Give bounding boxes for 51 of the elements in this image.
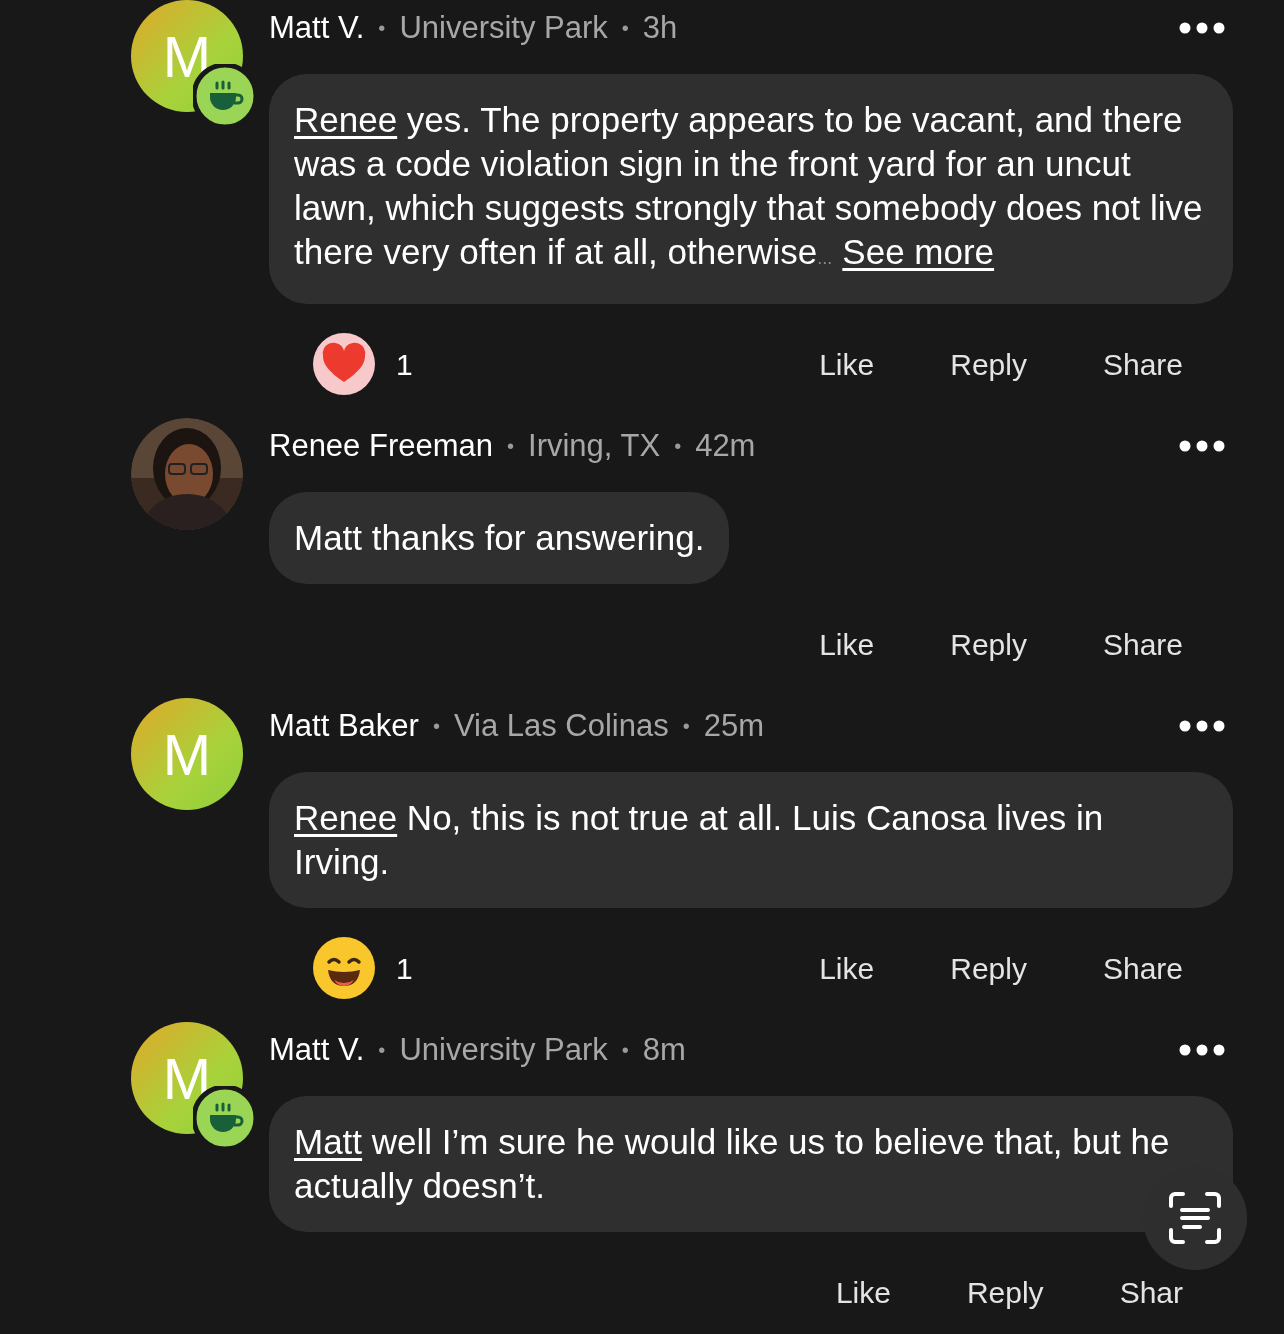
share-button[interactable]: Share	[1102, 341, 1183, 387]
time-text: 25m	[703, 706, 765, 745]
mention-link[interactable]: Matt	[294, 1122, 363, 1161]
share-button[interactable]: Share	[1102, 621, 1183, 667]
separator-dot: •	[432, 714, 440, 739]
author-name[interactable]: Matt Baker	[269, 702, 419, 750]
heart-reaction-icon[interactable]	[312, 332, 376, 396]
more-options-icon[interactable]	[1179, 720, 1225, 732]
laughing-face-icon[interactable]	[312, 936, 376, 1000]
separator-dot: •	[621, 1038, 629, 1063]
comment-text: Renee No, this is not true at all. Luis Canosa lives in Irving.	[294, 797, 1105, 883]
comment-text: Renee yes. The property appears to be vacant, and there was a code violation sign in the front yard for an uncut lawn, which suggests strongly that somebody does not live there very often if at all, otherwise... See more	[294, 99, 1204, 273]
avatar-letter: M	[162, 22, 212, 91]
time-text: 42m	[695, 426, 756, 465]
more-options-icon[interactable]	[1179, 440, 1225, 452]
scan-text-icon	[1167, 1190, 1223, 1246]
reply-button[interactable]: Reply	[950, 341, 1027, 387]
reply-button[interactable]: Reply	[950, 945, 1027, 991]
location-text: University Park	[399, 8, 608, 47]
separator-dot: •	[674, 434, 682, 459]
share-button[interactable]: Share	[1102, 945, 1183, 991]
time-text: 3h	[642, 8, 678, 47]
separator-dot: •	[507, 434, 515, 459]
author-name[interactable]: Matt V.	[269, 1026, 365, 1074]
reaction-count: 1	[396, 950, 413, 987]
separator-dot: •	[378, 16, 386, 41]
like-button[interactable]: Like	[819, 341, 875, 387]
reaction-count: 1	[396, 346, 413, 383]
like-button[interactable]: Like	[819, 621, 875, 667]
author-name[interactable]: Matt V.	[269, 4, 365, 52]
avatar-letter: M	[162, 720, 212, 789]
comment-text: Matt thanks for answering.	[294, 517, 705, 559]
time-text: 8m	[642, 1030, 686, 1069]
location-text: University Park	[399, 1030, 608, 1069]
separator-dot: •	[378, 1038, 386, 1063]
mention-link[interactable]: Renee	[294, 798, 398, 837]
location-text: Via Las Colinas	[453, 706, 669, 745]
like-button[interactable]: Like	[819, 945, 875, 991]
separator-dot: •	[682, 714, 690, 739]
more-options-icon[interactable]	[1179, 1044, 1225, 1056]
see-more-link[interactable]: See more	[842, 232, 995, 271]
reply-button[interactable]: Reply	[966, 1269, 1044, 1315]
location-text: Irving, TX	[528, 426, 661, 465]
mention-link[interactable]: Renee	[294, 100, 398, 139]
avatar-letter: M	[162, 1044, 212, 1113]
reply-button[interactable]: Reply	[950, 621, 1027, 667]
share-button[interactable]: Shar	[1119, 1269, 1183, 1315]
more-options-icon[interactable]	[1179, 22, 1225, 34]
author-name[interactable]: Renee Freeman	[269, 422, 493, 470]
like-button[interactable]: Like	[835, 1269, 891, 1315]
separator-dot: •	[621, 16, 629, 41]
